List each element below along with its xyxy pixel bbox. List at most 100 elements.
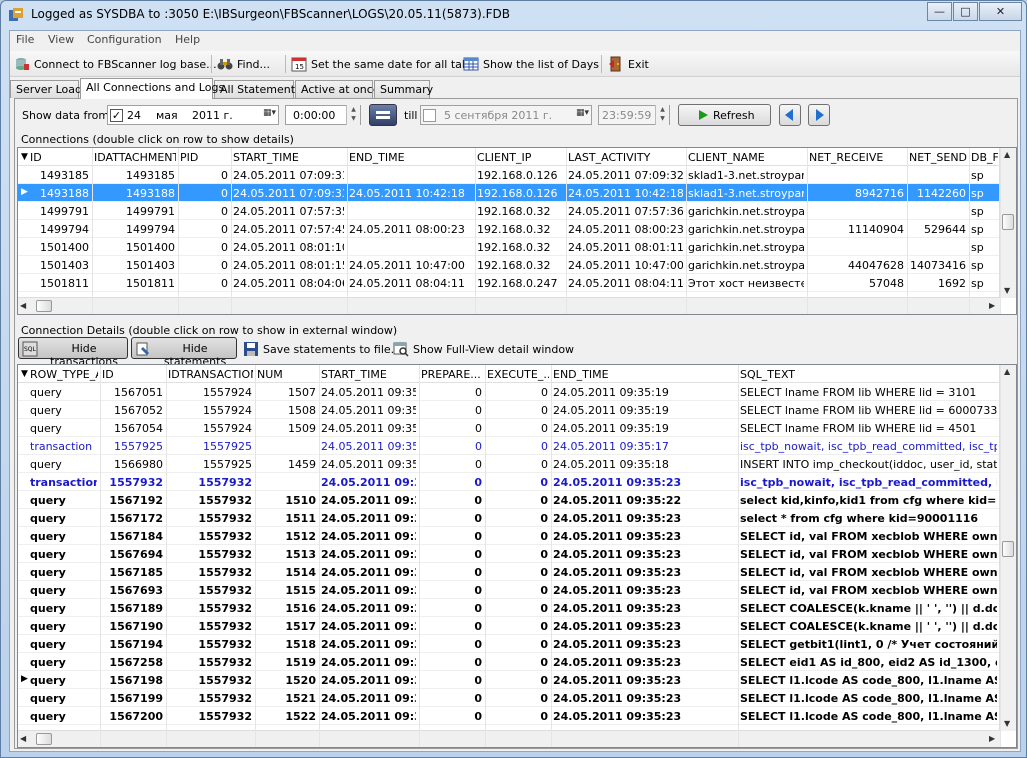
scroll-thumb[interactable] bbox=[1002, 541, 1014, 557]
detail-cell: SELECT lname FROM lib WHERE lid = 600073… bbox=[740, 404, 997, 417]
next-day-button[interactable] bbox=[808, 104, 830, 126]
tab-all-connections[interactable]: All Connections and Logs bbox=[80, 78, 224, 99]
scroll-right-icon[interactable]: ▶ bbox=[989, 301, 995, 310]
scroll-left-icon[interactable]: ◀ bbox=[20, 734, 26, 743]
menu-help[interactable]: Help bbox=[175, 33, 200, 46]
connection-column-header[interactable]: IDATTACHMENT bbox=[94, 151, 176, 164]
sort-indicator-icon[interactable]: ▼ bbox=[21, 152, 28, 162]
connections-grid[interactable]: ▼ ID IDATTACHMENT PID START_TIME END_TIME CLIE… bbox=[17, 147, 1017, 315]
connection-row[interactable]: 1501400 1501400 0 24.05.2011 08:01:10 192.16… bbox=[18, 238, 1000, 256]
connection-column-header[interactable]: NET_SEND bbox=[909, 151, 967, 164]
exit-button[interactable]: Exit bbox=[608, 55, 649, 73]
window-title: Logged as SYSDBA to :3050 E:\IBSurgeon\F… bbox=[31, 7, 511, 21]
till-checkbox[interactable] bbox=[423, 109, 436, 122]
connection-row[interactable]: 1499791 1499791 0 24.05.2011 07:57:35 192.16… bbox=[18, 202, 1000, 220]
connection-row[interactable]: 1501811 1501811 0 24.05.2011 08:04:06 24.05.… bbox=[18, 274, 1000, 292]
scroll-thumb[interactable] bbox=[1002, 214, 1014, 230]
detail-column-header[interactable]: START_TIME bbox=[321, 368, 417, 381]
same-date-button[interactable]: 15 Set the same date for all tabs bbox=[291, 55, 475, 73]
detail-cell: 24.05.2011 09:35: bbox=[321, 476, 416, 489]
scroll-right-icon[interactable]: ▶ bbox=[989, 734, 995, 743]
detail-column-header[interactable]: ID bbox=[102, 368, 164, 381]
connection-row[interactable]: 1501403 1501403 0 24.05.2011 08:01:15 24.05.… bbox=[18, 256, 1000, 274]
detail-cell: 0 bbox=[474, 656, 482, 669]
connection-column-header[interactable]: ID bbox=[30, 151, 90, 164]
connection-column-header[interactable]: START_TIME bbox=[233, 151, 345, 164]
connection-cell: 24.05.2011 10:42:18 bbox=[349, 187, 465, 200]
prev-day-button[interactable] bbox=[779, 104, 801, 126]
show-days-button[interactable]: Show the list of Days bbox=[463, 55, 599, 73]
detail-cell: 1515 bbox=[285, 584, 316, 597]
scroll-down-icon[interactable]: ▼ bbox=[1004, 719, 1010, 728]
connections-horizontal-scrollbar[interactable]: ◀ ▶ bbox=[18, 297, 1000, 314]
tab-server-load[interactable]: Server Load bbox=[10, 80, 82, 98]
connection-cell: 192.168.0.32 bbox=[477, 241, 551, 254]
menu-file[interactable]: File bbox=[16, 33, 34, 46]
scroll-down-icon[interactable]: ▼ bbox=[1004, 286, 1010, 295]
detail-column-header[interactable]: END_TIME bbox=[553, 368, 736, 381]
connection-column-header[interactable]: DB_FI bbox=[971, 151, 998, 164]
detail-cell: 0 bbox=[540, 566, 548, 579]
hide-statements-button[interactable]: Hide statements bbox=[131, 337, 237, 368]
details-vertical-scrollbar[interactable]: ▲ ▼ bbox=[999, 365, 1016, 731]
equal-dates-button[interactable] bbox=[369, 104, 397, 126]
calendar-dropdown-icon[interactable]: ▦▾ bbox=[250, 108, 276, 122]
detail-cell: 0 bbox=[540, 476, 548, 489]
maximize-button[interactable]: □ bbox=[953, 2, 978, 21]
time-spinner-icon[interactable]: ▲ ▼ bbox=[346, 105, 360, 125]
tab-all-statements[interactable]: All Statements bbox=[214, 80, 301, 98]
minimize-button[interactable]: — bbox=[927, 2, 952, 21]
scroll-up-icon[interactable]: ▲ bbox=[1004, 367, 1010, 376]
from-checkbox[interactable]: ✓ bbox=[110, 109, 123, 122]
calendar-dropdown-icon[interactable]: ▦▾ bbox=[563, 108, 589, 122]
connections-vertical-scrollbar[interactable]: ▲ ▼ bbox=[999, 148, 1016, 298]
connection-row[interactable]: 1499794 1499794 0 24.05.2011 07:57:45 24.05.… bbox=[18, 220, 1000, 238]
detail-column-header[interactable]: SQL_TEXT bbox=[740, 368, 998, 381]
full-view-label: Show Full-View detail window bbox=[413, 342, 575, 356]
connection-column-header[interactable]: LAST_ACTIVITY bbox=[568, 151, 684, 164]
connection-column-header[interactable]: NET_RECEIVE bbox=[809, 151, 905, 164]
connection-cell: 0 bbox=[221, 187, 228, 200]
detail-column-header[interactable]: PREPARE... bbox=[421, 368, 483, 381]
scroll-thumb[interactable] bbox=[36, 300, 52, 312]
find-button[interactable]: Find... bbox=[217, 55, 270, 73]
scroll-thumb[interactable] bbox=[36, 733, 52, 745]
connection-column-header[interactable]: END_TIME bbox=[349, 151, 473, 164]
connection-cell: 24.05.2011 08:01:15 bbox=[233, 259, 344, 272]
detail-column-header[interactable]: IDTRANSACTION bbox=[168, 368, 253, 381]
refresh-button[interactable]: Refresh bbox=[678, 104, 771, 126]
statement-icon bbox=[136, 342, 149, 356]
till-date-field[interactable]: 5 сентября 2011 г. ▦▾ bbox=[420, 105, 592, 125]
scroll-up-icon[interactable]: ▲ bbox=[1004, 150, 1010, 159]
connection-column-header[interactable]: CLIENT_NAME bbox=[688, 151, 805, 164]
scroll-left-icon[interactable]: ◀ bbox=[20, 301, 26, 310]
full-view-button[interactable]: Show Full-View detail window bbox=[393, 340, 574, 358]
menu-configuration[interactable]: Configuration bbox=[87, 33, 162, 46]
connection-row[interactable]: 1493185 1493185 0 24.05.2011 07:09:31 192.16… bbox=[18, 166, 1000, 184]
connection-column-header[interactable]: PID bbox=[180, 151, 229, 164]
time-spinner-icon[interactable]: ▲ ▼ bbox=[655, 105, 669, 125]
detail-cell: query bbox=[30, 512, 66, 525]
details-grid[interactable]: ▼ ROW_TYPE_A ID IDTRANSACTION NUM START_TIME P… bbox=[17, 364, 1017, 748]
close-button[interactable]: ✕ bbox=[979, 2, 1022, 21]
detail-column-header[interactable]: NUM bbox=[257, 368, 317, 381]
detail-column-header[interactable]: EXECUTE_... bbox=[487, 368, 549, 381]
from-time-field[interactable]: 0:00:00 ▲ ▼ bbox=[285, 105, 361, 125]
from-date-field[interactable]: ✓ 24 мая 2011 г. ▦▾ bbox=[107, 105, 279, 125]
sort-indicator-icon[interactable]: ▼ bbox=[21, 369, 28, 379]
connection-cell: 192.168.0.126 bbox=[477, 169, 558, 182]
connection-row[interactable]: ▶ 1493188 1493188 0 24.05.2011 07:09:33 24.05… bbox=[18, 184, 1000, 202]
connect-button[interactable]: Connect to FBScanner log base... bbox=[14, 55, 217, 73]
refresh-label: Refresh bbox=[713, 109, 755, 122]
tab-summary[interactable]: Summary bbox=[374, 80, 433, 98]
detail-cell: 0 bbox=[474, 566, 482, 579]
connection-cell: Этот хост неизвестен bbox=[688, 277, 804, 290]
detail-column-header[interactable]: ROW_TYPE_A bbox=[30, 368, 98, 381]
save-statements-button[interactable]: Save statements to file... bbox=[243, 340, 401, 358]
hide-transactions-button[interactable]: SQL Hide transactions bbox=[18, 337, 128, 368]
menu-view[interactable]: View bbox=[48, 33, 74, 46]
till-time-field[interactable]: 23:59:59 ▲ ▼ bbox=[598, 105, 670, 125]
connection-column-header[interactable]: CLIENT_IP bbox=[477, 151, 564, 164]
detail-cell: 0 bbox=[474, 638, 482, 651]
tab-active-at-once[interactable]: Active at once bbox=[295, 80, 380, 98]
